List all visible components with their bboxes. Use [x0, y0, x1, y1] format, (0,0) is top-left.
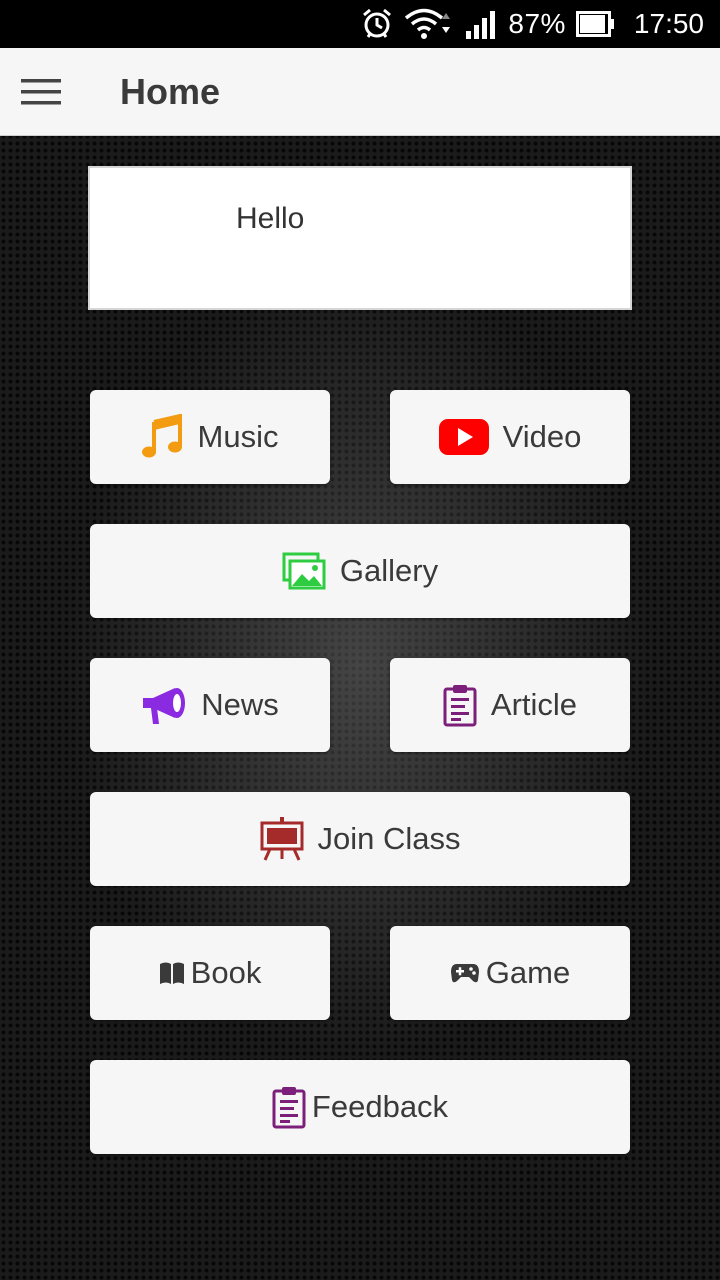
status-bar: 87% 17:50 — [0, 0, 720, 48]
hello-card: Hello — [88, 166, 632, 310]
clock-time: 17:50 — [633, 8, 704, 39]
book-icon — [159, 961, 185, 985]
menu-button[interactable] — [0, 48, 82, 136]
music-note-icon — [141, 414, 184, 460]
feedback-label: Feedback — [311, 1089, 449, 1124]
gamepad-icon — [450, 962, 480, 984]
music-label: Music — [197, 419, 279, 454]
easel-icon — [260, 817, 304, 861]
clipboard-icon — [272, 1085, 306, 1129]
alarm-icon — [360, 7, 394, 41]
game-button[interactable]: Game — [390, 926, 630, 1020]
youtube-icon — [438, 419, 489, 455]
hamburger-menu-icon[interactable] — [21, 77, 61, 107]
book-button[interactable]: Book — [90, 926, 330, 1020]
battery-icon — [575, 11, 616, 37]
join-class-label: Join Class — [317, 821, 461, 856]
video-label: Video — [502, 419, 582, 454]
wifi-icon — [404, 7, 454, 41]
app-bar: Home — [0, 48, 720, 136]
clipboard-icon — [443, 683, 477, 727]
article-button[interactable]: Article — [390, 658, 630, 752]
game-label: Game — [485, 955, 571, 990]
gallery-icon — [282, 552, 326, 590]
article-label: Article — [490, 687, 578, 722]
news-label: News — [201, 687, 279, 722]
gallery-label: Gallery — [339, 553, 439, 588]
news-button[interactable]: News — [90, 658, 330, 752]
music-button[interactable]: Music — [90, 390, 330, 484]
hello-text: Hello — [236, 202, 305, 235]
megaphone-icon — [141, 684, 187, 726]
status-indicators: 87% 17:50 — [360, 0, 704, 48]
battery-percent: 87% — [508, 8, 566, 39]
join-class-button[interactable]: Join Class — [90, 792, 630, 886]
gallery-button[interactable]: Gallery — [90, 524, 630, 618]
page-title: Home — [120, 70, 221, 112]
feedback-button[interactable]: Feedback — [90, 1060, 630, 1154]
book-label: Book — [190, 955, 262, 990]
signal-icon — [464, 9, 498, 39]
video-button[interactable]: Video — [390, 390, 630, 484]
